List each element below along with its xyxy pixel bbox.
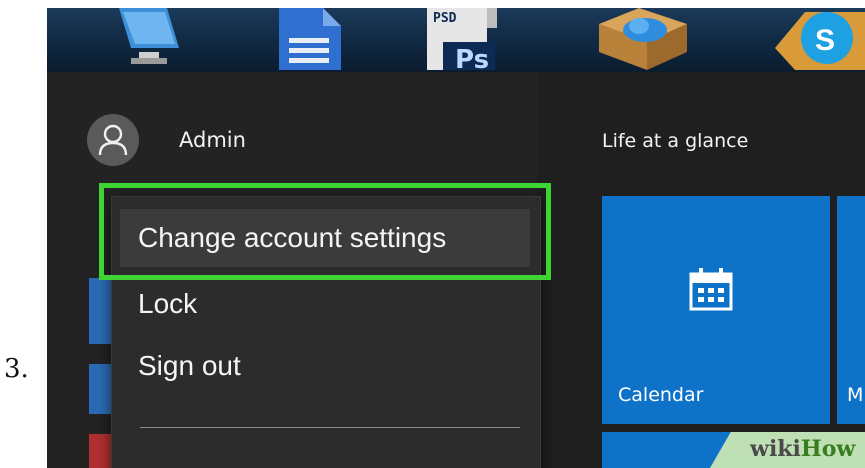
calendar-tile-label: Calendar [618, 384, 704, 406]
partial-tile-label: M [847, 384, 864, 406]
monitor-icon[interactable] [109, 8, 189, 74]
photoshop-file-icon[interactable]: PSD Ps [427, 8, 509, 75]
skype-icon[interactable]: S [765, 8, 865, 74]
calendar-tile[interactable]: Calendar [602, 196, 830, 424]
app-tile[interactable] [89, 364, 111, 414]
mail-tile[interactable]: M [837, 196, 865, 424]
psd-label: PSD [433, 11, 457, 26]
sign-out-item[interactable]: Sign out [120, 337, 530, 395]
menu-divider [140, 427, 520, 428]
step-number: 3. [4, 354, 29, 384]
calendar-icon [688, 266, 734, 316]
app-tile[interactable] [89, 434, 111, 468]
cloud-box-icon[interactable] [595, 8, 691, 74]
ps-label: Ps [455, 45, 489, 70]
svg-text:S: S [815, 24, 835, 57]
document-icon[interactable] [275, 8, 345, 74]
watermark-logo: wikiHow [750, 436, 856, 462]
highlight-annotation [99, 183, 551, 280]
desktop-icons-strip: PSD Ps S [47, 8, 865, 75]
lock-item[interactable]: Lock [120, 275, 530, 333]
app-tile[interactable] [89, 278, 111, 344]
account-row[interactable]: Admin [87, 114, 387, 170]
user-icon[interactable] [87, 114, 139, 166]
account-name[interactable]: Admin [179, 128, 246, 152]
tile-group-title: Life at a glance [602, 130, 749, 152]
